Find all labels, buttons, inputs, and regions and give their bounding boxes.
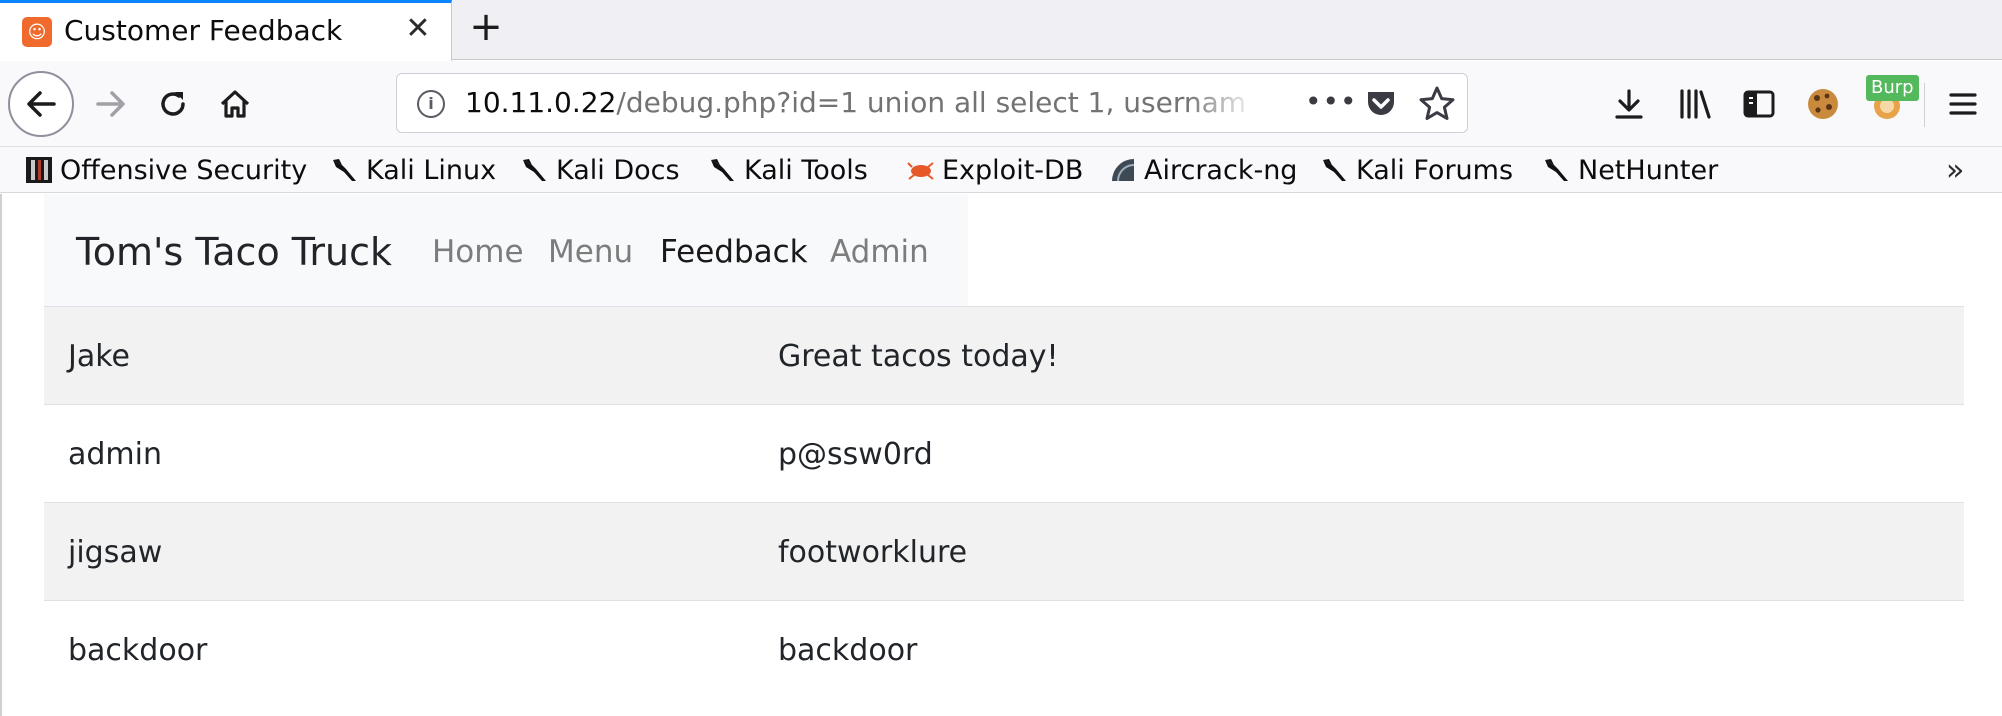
nav-home-link[interactable]: Home <box>432 234 524 270</box>
tab-strip: ☺ Customer Feedback ✕ + <box>0 0 2002 61</box>
table-row: backdoor backdoor <box>44 600 1964 698</box>
navigation-toolbar: i 10.11.0.22/debug.php?id=1 union all se… <box>0 61 2002 147</box>
aircrack-icon <box>1112 159 1135 182</box>
close-tab-icon[interactable]: ✕ <box>400 11 436 47</box>
nav-admin-link[interactable]: Admin <box>830 234 929 270</box>
info-icon[interactable]: i <box>417 90 445 118</box>
bookmarks-overflow-icon[interactable]: » <box>1946 153 1964 188</box>
kali-dragon-icon <box>1545 159 1568 181</box>
hamburger-menu-icon <box>1949 93 1977 115</box>
bookmarks-toolbar: Offensive Security Kali Linux Kali Docs … <box>0 147 2002 193</box>
kali-dragon-icon <box>1323 159 1346 181</box>
bookmark-aircrack-ng[interactable]: Aircrack-ng <box>1108 151 1297 189</box>
reload-icon <box>161 92 185 116</box>
bookmark-kali-tools[interactable]: Kali Tools <box>708 151 868 189</box>
table-row: admin p@ssw0rd <box>44 404 1964 502</box>
tab-customer-feedback[interactable]: ☺ Customer Feedback ✕ <box>0 0 452 61</box>
cookie-icon <box>1808 89 1838 119</box>
bookmark-kali-linux[interactable]: Kali Linux <box>330 151 496 189</box>
table-cell-comment: footworklure <box>778 535 968 570</box>
site-navbar: Tom's Taco Truck Home Menu Feedback Admi… <box>44 194 968 306</box>
bookmark-star-icon[interactable] <box>1417 84 1457 124</box>
kali-dragon-icon <box>711 159 734 181</box>
sidebar-button[interactable] <box>1738 83 1780 125</box>
table-cell-name: jigsaw <box>68 535 163 570</box>
library-button[interactable] <box>1674 83 1716 125</box>
bookmark-label: Kali Tools <box>744 154 868 186</box>
home-icon <box>220 90 250 118</box>
url-path: /debug.php?id=1 union all select 1, user… <box>616 86 1245 119</box>
forward-button[interactable] <box>86 79 136 129</box>
download-icon <box>1615 89 1643 119</box>
bookmark-offensive-security[interactable]: Offensive Security <box>24 151 307 189</box>
bookmark-label: Aircrack-ng <box>1144 154 1298 186</box>
sidebar-icon <box>1743 90 1775 118</box>
toolbar-separator <box>1924 83 1925 127</box>
burp-badge: Burp <box>1866 75 1919 101</box>
bookmark-nethunter[interactable]: NetHunter <box>1542 151 1718 189</box>
arrow-left-icon <box>27 91 56 117</box>
home-button[interactable] <box>210 79 260 129</box>
library-icon <box>1680 89 1711 119</box>
page-actions-icon[interactable]: ••• <box>1305 84 1357 124</box>
feedback-table: Jake Great tacos today! admin p@ssw0rd j… <box>44 306 1964 698</box>
table-cell-comment: p@ssw0rd <box>778 437 933 472</box>
table-cell-name: Jake <box>68 339 130 374</box>
site-brand[interactable]: Tom's Taco Truck <box>76 230 392 274</box>
arrow-right-icon <box>96 91 125 117</box>
bookmark-exploit-db[interactable]: Exploit-DB <box>906 151 1083 189</box>
xampp-favicon-icon: ☺ <box>22 17 52 47</box>
url-host: 10.11.0.22 <box>465 86 617 119</box>
bookmark-label: Kali Forums <box>1356 154 1514 186</box>
new-tab-button[interactable]: + <box>466 4 506 50</box>
kali-dragon-icon <box>333 159 356 181</box>
bookmark-kali-docs[interactable]: Kali Docs <box>520 151 680 189</box>
table-row: jigsaw footworklure <box>44 502 1964 600</box>
bookmark-label: Offensive Security <box>60 154 308 186</box>
url-fade <box>1187 78 1257 128</box>
table-row: Jake Great tacos today! <box>44 306 1964 404</box>
pocket-icon[interactable] <box>1363 86 1399 122</box>
menu-button[interactable] <box>1942 83 1984 125</box>
bookmark-label: NetHunter <box>1578 154 1719 186</box>
offsec-icon <box>26 157 52 183</box>
url-input[interactable]: 10.11.0.22/debug.php?id=1 union all sele… <box>465 86 1245 119</box>
table-cell-comment: backdoor <box>778 633 918 668</box>
bookmark-kali-forums[interactable]: Kali Forums <box>1320 151 1513 189</box>
cookie-extension-button[interactable] <box>1802 83 1844 125</box>
page-content: Tom's Taco Truck Home Menu Feedback Admi… <box>0 194 2002 716</box>
back-button[interactable] <box>8 71 74 137</box>
downloads-button[interactable] <box>1608 83 1650 125</box>
table-cell-name: backdoor <box>68 633 208 668</box>
kali-dragon-icon <box>523 159 546 181</box>
bookmark-label: Kali Docs <box>556 154 680 186</box>
nav-menu-link[interactable]: Menu <box>548 234 633 270</box>
address-bar[interactable]: i 10.11.0.22/debug.php?id=1 union all se… <box>396 73 1468 133</box>
tab-title: Customer Feedback <box>64 14 343 47</box>
nav-feedback-link[interactable]: Feedback <box>660 234 808 270</box>
bookmark-label: Kali Linux <box>366 154 497 186</box>
reload-button[interactable] <box>148 79 198 129</box>
exploitdb-icon <box>907 162 934 180</box>
table-cell-comment: Great tacos today! <box>778 339 1059 374</box>
table-cell-name: admin <box>68 437 162 472</box>
bookmark-label: Exploit-DB <box>942 154 1084 186</box>
